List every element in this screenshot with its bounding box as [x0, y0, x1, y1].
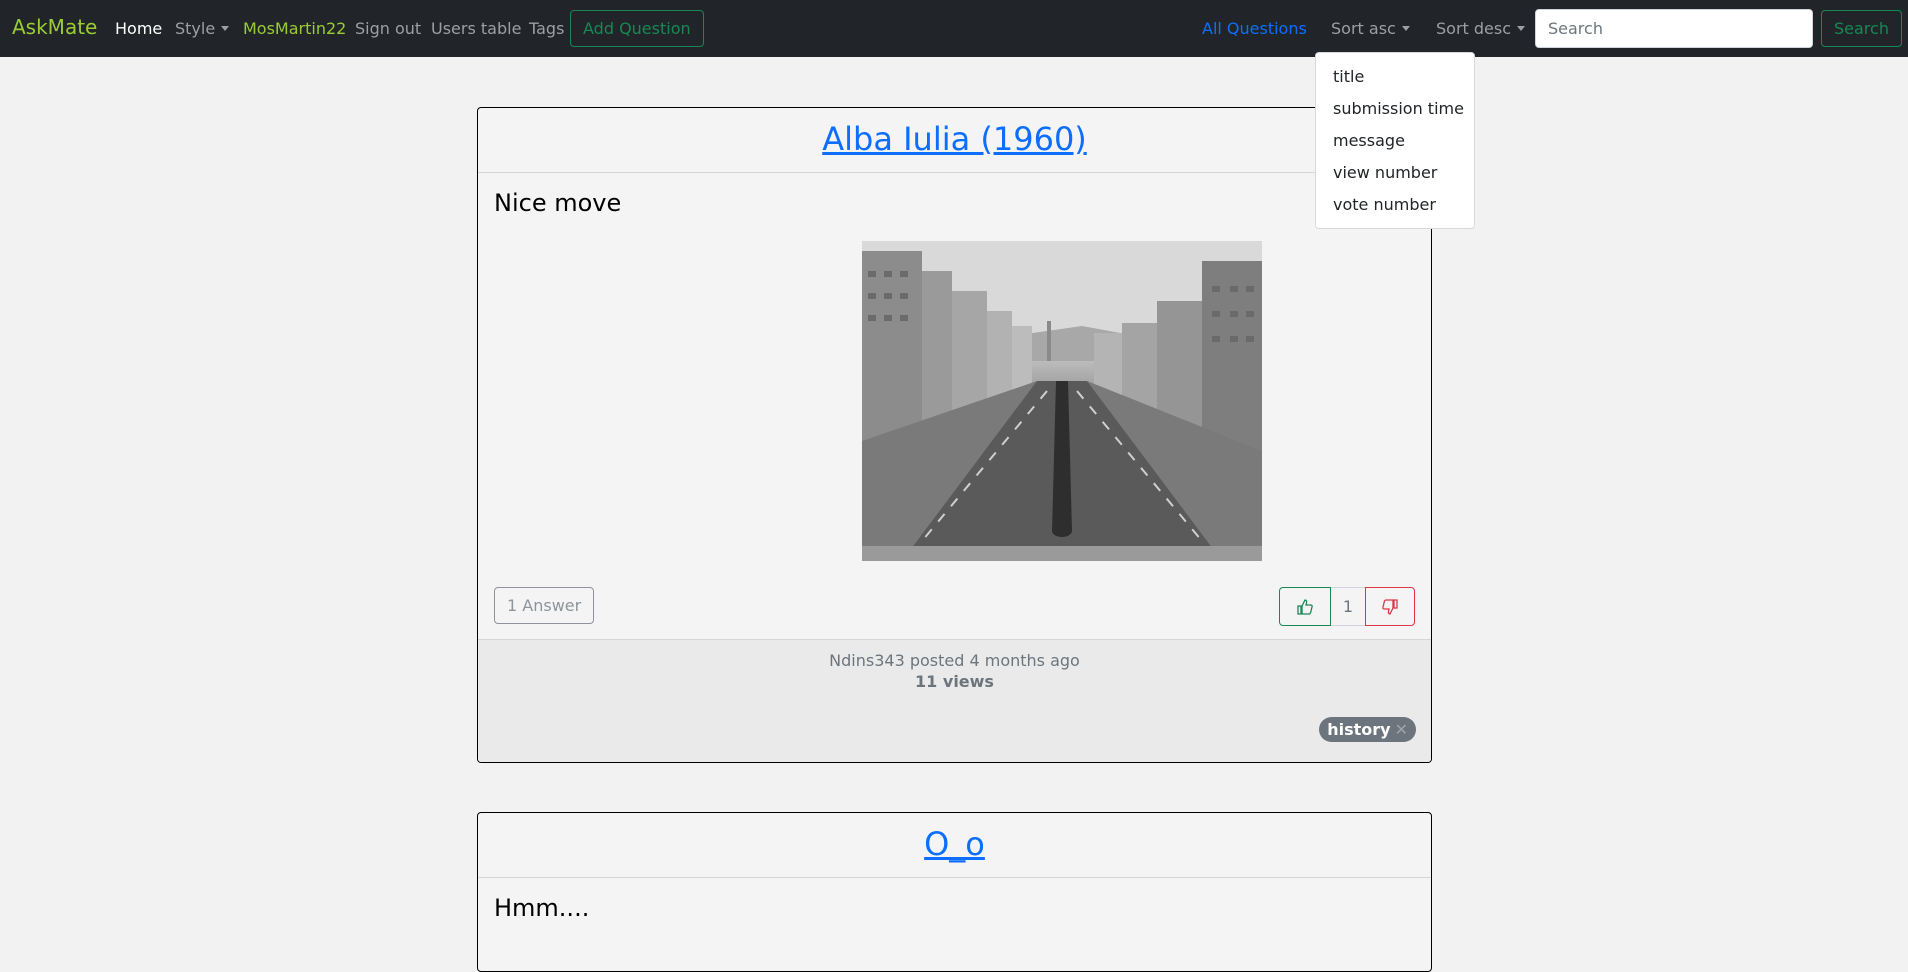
nav-all-questions[interactable]: All Questions: [1202, 19, 1307, 38]
nav-home[interactable]: Home: [115, 19, 162, 38]
chevron-down-icon: [221, 26, 230, 31]
question-message: Hmm....: [494, 894, 590, 922]
sort-option-view-number[interactable]: view number: [1316, 157, 1474, 189]
nav-username[interactable]: MosMartin22: [243, 19, 346, 38]
sort-option-submission-time[interactable]: submission time: [1316, 93, 1474, 125]
question-card: Alba Iulia (1960) Nice move 1 Answer 1 N…: [477, 107, 1432, 763]
vote-group: 1: [1279, 587, 1415, 626]
brand-logo[interactable]: AskMate: [12, 15, 97, 39]
question-card-header: Alba Iulia (1960): [478, 108, 1431, 173]
upvote-button[interactable]: [1279, 587, 1331, 626]
vote-count: 1: [1331, 587, 1365, 626]
nav-users-table[interactable]: Users table: [431, 19, 521, 38]
search-input[interactable]: [1535, 9, 1813, 48]
nav-tags[interactable]: Tags: [529, 19, 564, 38]
sort-option-message[interactable]: message: [1316, 125, 1474, 157]
chevron-down-icon: [1401, 26, 1410, 31]
sort-asc-label: Sort asc: [1331, 19, 1396, 38]
question-image: [862, 241, 1262, 561]
question-message: Nice move: [494, 189, 622, 217]
question-tags: history ✕: [478, 710, 1431, 762]
chevron-down-icon: [1517, 26, 1526, 31]
sort-desc-label: Sort desc: [1436, 19, 1512, 38]
sort-option-vote-number[interactable]: vote number: [1316, 189, 1474, 221]
views-count: 11 views: [915, 672, 994, 691]
close-icon[interactable]: ✕: [1395, 717, 1408, 742]
tag-label: history: [1327, 720, 1391, 739]
thumbs-down-icon: [1382, 598, 1398, 615]
answers-button[interactable]: 1 Answer: [494, 587, 595, 624]
question-card: O_o Hmm....: [477, 812, 1432, 972]
question-title-link[interactable]: Alba Iulia (1960): [822, 120, 1087, 158]
sort-asc-dropdown[interactable]: Sort asc: [1331, 19, 1410, 38]
question-card-header: O_o: [478, 813, 1431, 878]
search-button[interactable]: Search: [1821, 10, 1902, 47]
nav-sign-out[interactable]: Sign out: [355, 19, 421, 38]
sort-desc-dropdown[interactable]: Sort desc: [1436, 19, 1526, 38]
add-question-button[interactable]: Add Question: [570, 10, 704, 47]
navbar: AskMate Home Style MosMartin22 Sign out …: [0, 0, 1908, 57]
sort-option-title[interactable]: title: [1316, 61, 1474, 93]
question-title-link[interactable]: O_o: [924, 825, 985, 863]
tag-badge[interactable]: history ✕: [1319, 717, 1416, 742]
thumbs-up-icon: [1297, 598, 1313, 615]
posted-by-text: Ndins343 posted 4 months ago: [829, 651, 1080, 670]
question-meta: Ndins343 posted 4 months ago 11 views: [478, 639, 1431, 711]
sort-asc-menu: title submission time message view numbe…: [1315, 52, 1475, 229]
downvote-button[interactable]: [1365, 587, 1415, 626]
nav-style-dropdown[interactable]: Style: [175, 19, 230, 38]
nav-style-label: Style: [175, 19, 216, 38]
